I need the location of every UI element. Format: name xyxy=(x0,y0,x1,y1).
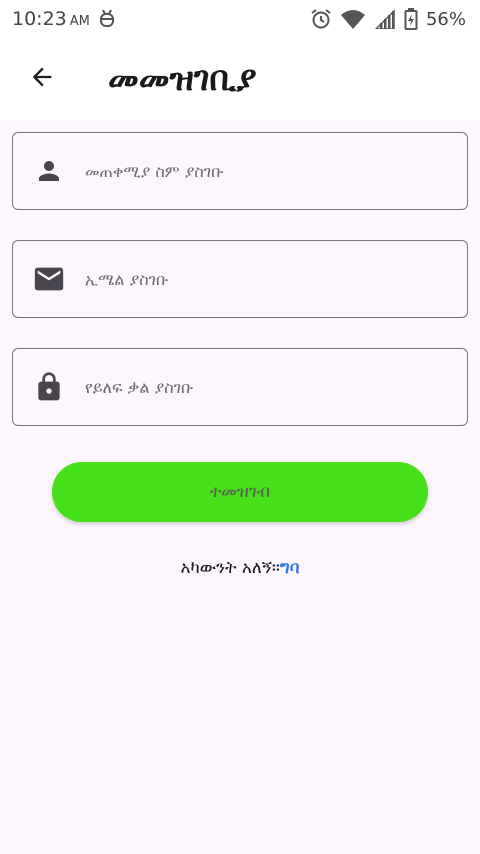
password-input[interactable] xyxy=(85,377,445,397)
status-time: 10:23 AM xyxy=(12,8,90,30)
status-bar-right: 56% xyxy=(310,8,466,30)
login-prompt: አካውንት አለኝ። xyxy=(180,558,280,578)
status-bar: 10:23 AM 56% xyxy=(0,0,480,38)
status-bar-left: 10:23 AM xyxy=(12,8,116,30)
alarm-icon xyxy=(310,8,332,30)
arrow-back-icon xyxy=(28,63,56,95)
battery-charging-icon xyxy=(404,8,418,30)
status-time-value: 10:23 xyxy=(12,8,67,30)
username-field[interactable] xyxy=(12,132,468,210)
username-input[interactable] xyxy=(85,161,445,181)
email-field[interactable] xyxy=(12,240,468,318)
lock-icon xyxy=(13,371,85,403)
wifi-icon xyxy=(340,9,366,29)
mail-icon xyxy=(13,262,85,296)
page-title: መመዝገቢያ xyxy=(108,59,257,99)
battery-percent: 56% xyxy=(425,8,466,30)
status-time-suffix: AM xyxy=(69,14,90,29)
login-link[interactable]: ግባ xyxy=(280,558,300,578)
back-button[interactable] xyxy=(14,51,70,107)
email-input[interactable] xyxy=(85,269,445,289)
cell-signal-icon xyxy=(374,9,396,29)
register-button[interactable]: ተመዝገብ xyxy=(52,462,428,522)
login-row: አካውንት አለኝ። ግባ xyxy=(0,558,480,578)
debug-bug-icon xyxy=(98,9,116,29)
app-bar: መመዝገቢያ xyxy=(0,38,480,120)
password-field[interactable] xyxy=(12,348,468,426)
person-icon xyxy=(13,156,85,186)
